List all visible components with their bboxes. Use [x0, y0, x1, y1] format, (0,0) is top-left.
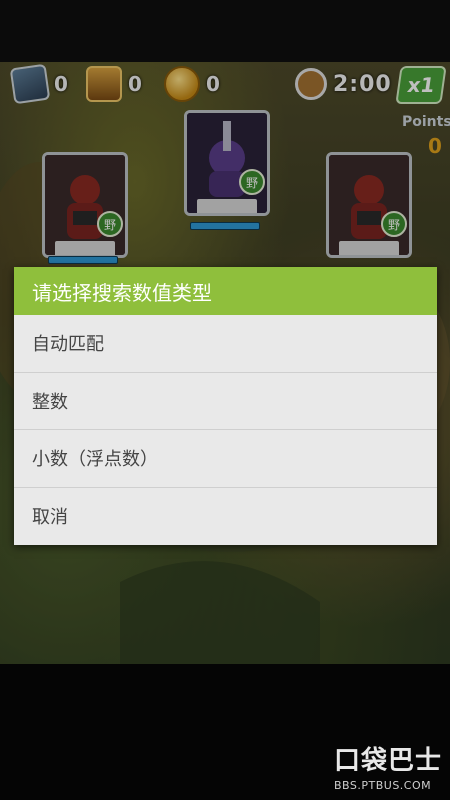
- watermark: 口袋巴士 BBS.PTBUS.COM: [334, 740, 444, 792]
- option-integer[interactable]: 整数: [14, 373, 437, 430]
- dialog-header: 请选择搜索数值类型: [14, 267, 437, 315]
- search-type-dialog: 请选择搜索数值类型 自动匹配 整数 小数（浮点数） 取消: [14, 267, 437, 545]
- watermark-url: BBS.PTBUS.COM: [334, 779, 432, 792]
- dialog-title: 请选择搜索数值类型: [32, 280, 212, 305]
- status-bar: [0, 0, 450, 62]
- option-cancel[interactable]: 取消: [14, 488, 437, 546]
- watermark-logo: 口袋巴士: [334, 746, 443, 776]
- option-decimal[interactable]: 小数（浮点数）: [14, 430, 437, 488]
- option-auto-match[interactable]: 自动匹配: [14, 315, 437, 373]
